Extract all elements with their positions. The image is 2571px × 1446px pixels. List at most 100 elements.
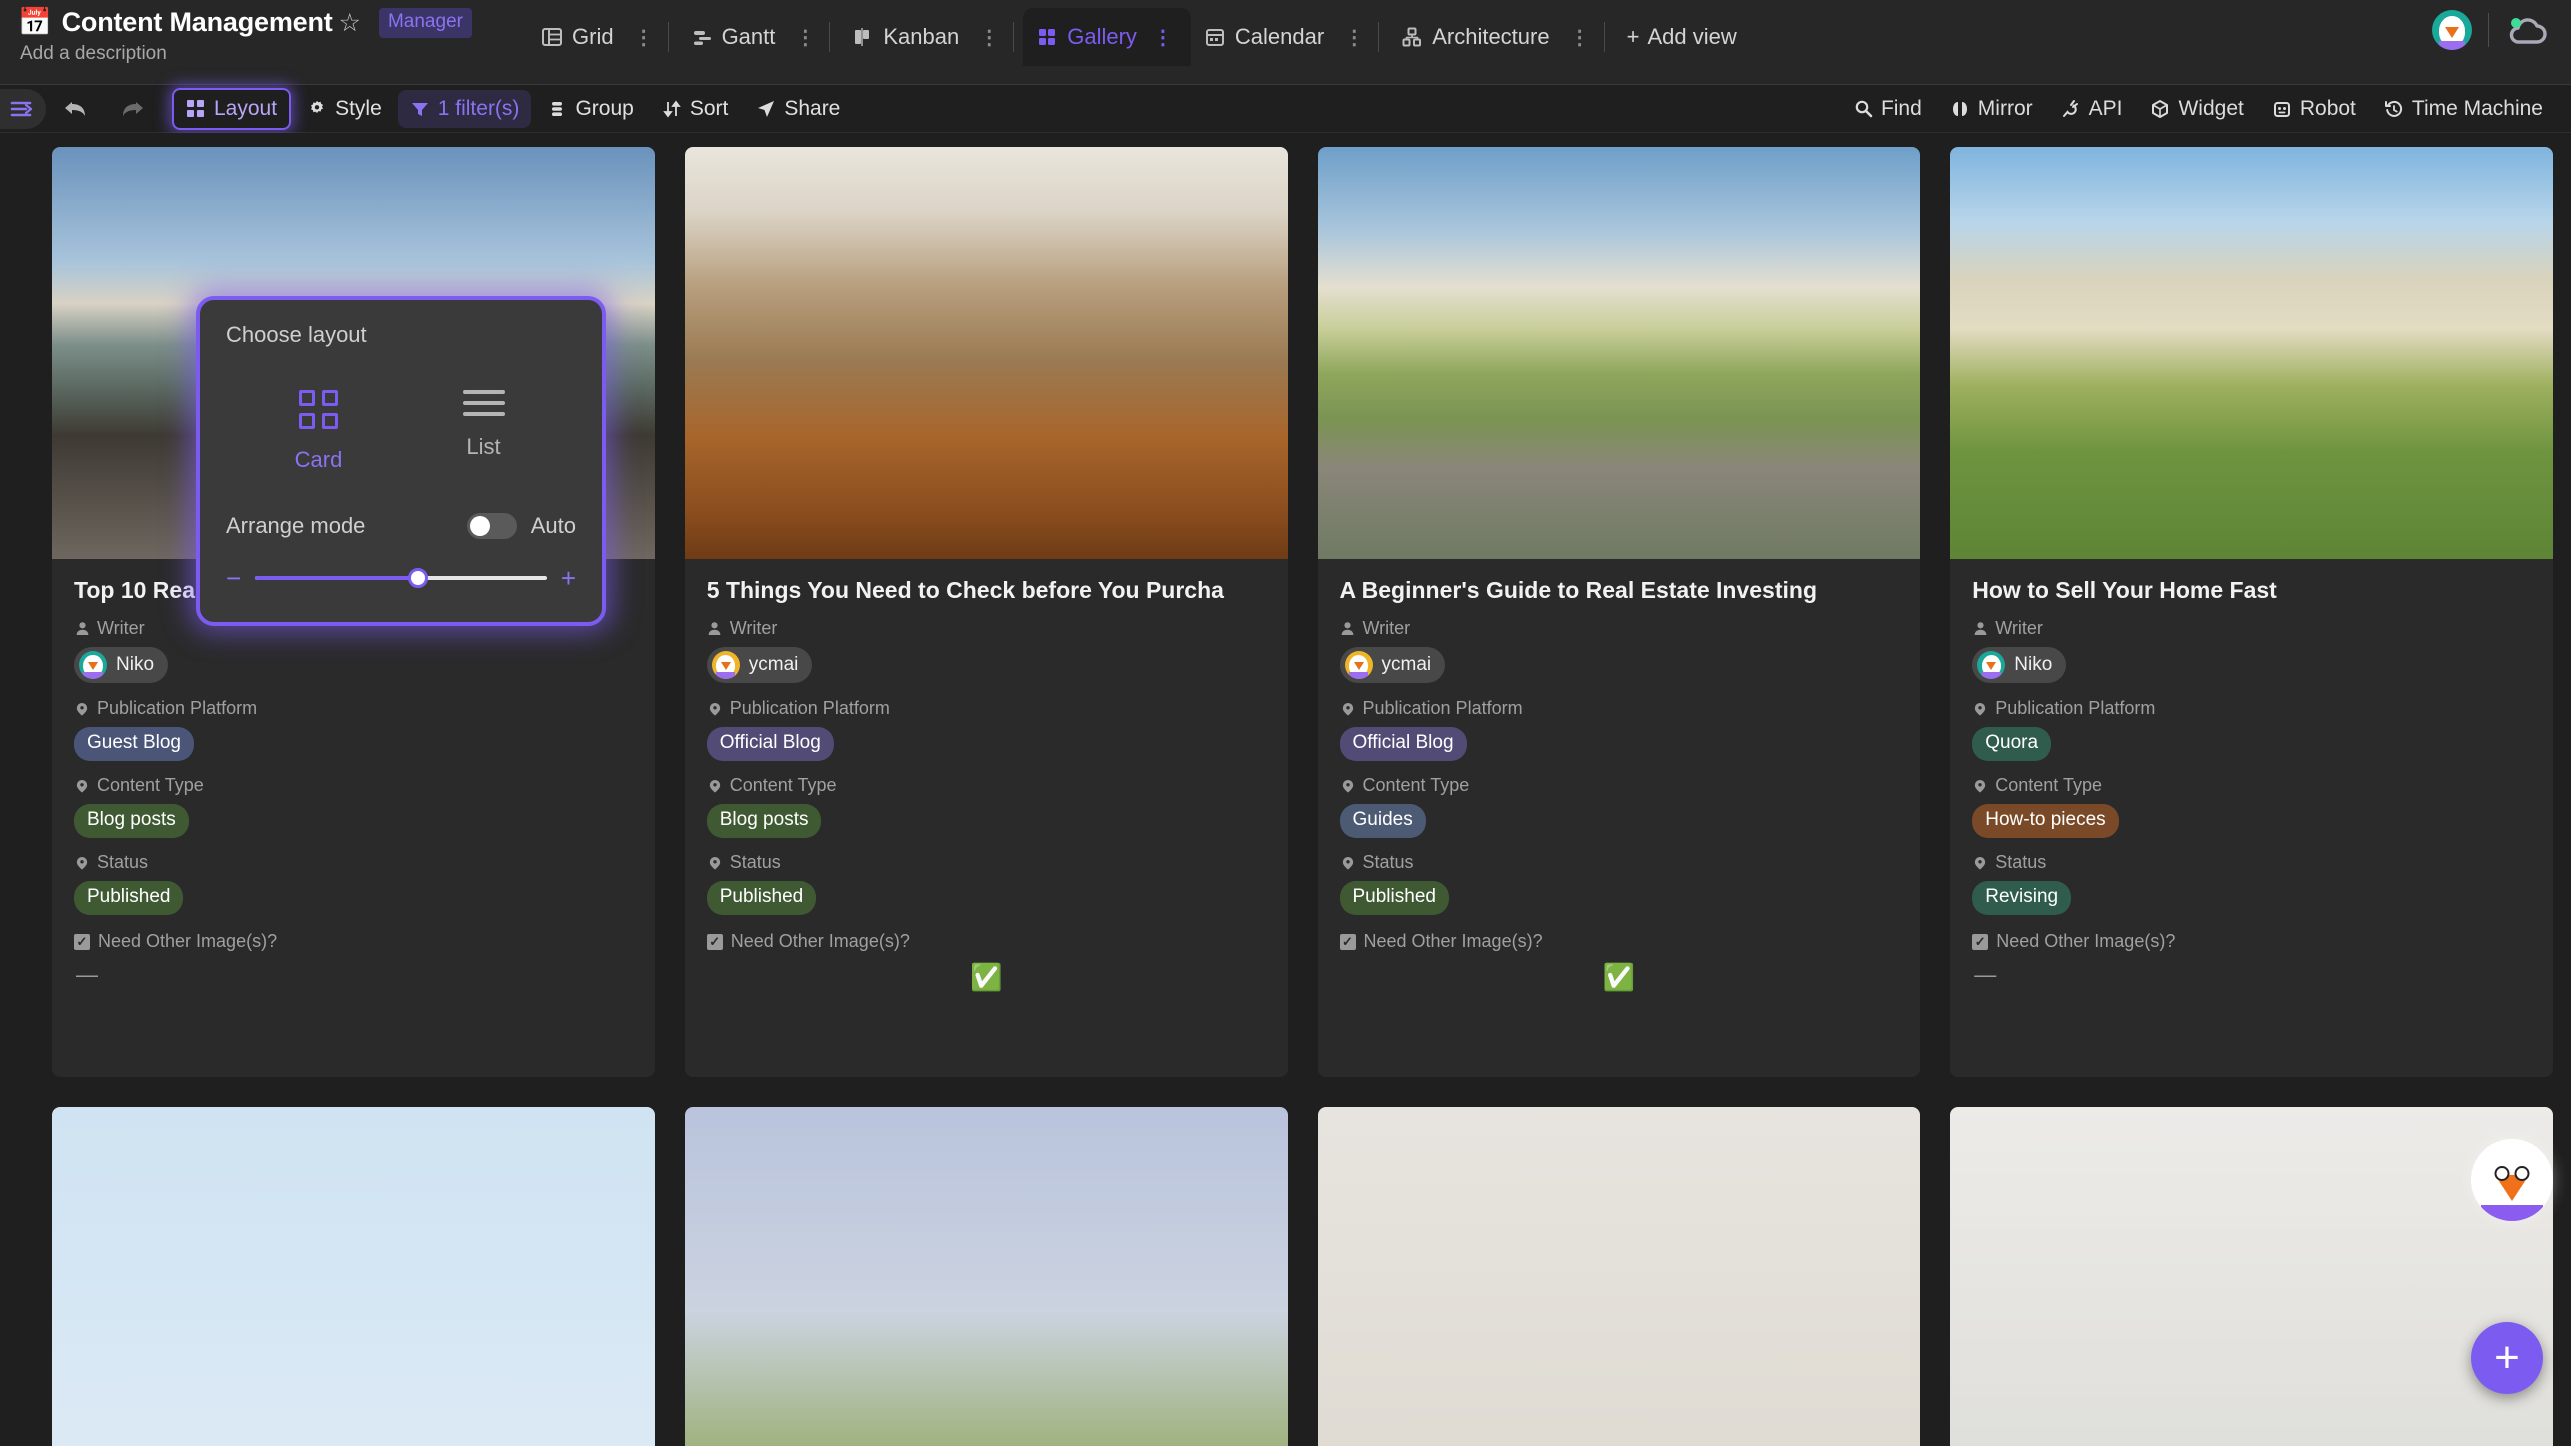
card-size-slider[interactable] xyxy=(255,568,547,588)
group-button[interactable]: Group xyxy=(535,90,645,128)
layout-button[interactable]: Layout xyxy=(172,87,292,130)
minus-icon[interactable]: − xyxy=(226,565,241,591)
content-type-chip[interactable]: How-to pieces xyxy=(1972,804,2119,838)
tab-menu-grid[interactable]: ⋮ xyxy=(627,25,659,49)
tab-menu-calendar[interactable]: ⋮ xyxy=(1337,25,1369,49)
tab-label: Gantt xyxy=(721,24,776,49)
robot-button[interactable]: Robot xyxy=(2260,90,2368,128)
avatar-beak-icon xyxy=(2445,26,2459,38)
avatar[interactable] xyxy=(2432,10,2472,50)
field-label-text: Status xyxy=(729,852,781,872)
tab-gallery[interactable]: Gallery ⋮ xyxy=(1023,8,1191,66)
field-label: Publication Platform xyxy=(1340,698,1899,719)
redo-arrow-icon[interactable] xyxy=(106,97,158,121)
writer-chip[interactable]: ycmai xyxy=(706,647,813,683)
field-publication-platform: Publication Platform Official Blog xyxy=(706,698,1266,761)
content-type-chip[interactable]: Blog posts xyxy=(706,804,822,838)
content-type-chip[interactable]: Guides xyxy=(1339,804,1426,838)
style-button[interactable]: Style xyxy=(295,90,394,128)
tab-menu-kanban[interactable]: ⋮ xyxy=(972,25,1004,49)
beak-icon xyxy=(88,662,98,671)
writer-chip[interactable]: ycmai xyxy=(1339,647,1446,683)
filter-label: 1 filter(s) xyxy=(437,96,520,120)
share-button[interactable]: Share xyxy=(744,90,852,128)
publication-platform-chip[interactable]: Quora xyxy=(1972,727,2052,761)
api-button[interactable]: API xyxy=(2049,90,2135,128)
need-other-images-answer: ✅ xyxy=(969,962,1003,992)
filter-button[interactable]: 1 filter(s) xyxy=(397,89,532,128)
publication-platform-chip[interactable]: Official Blog xyxy=(706,727,834,761)
writer-chip[interactable]: Niko xyxy=(1972,647,2067,683)
gallery-card[interactable] xyxy=(1950,1107,2553,1446)
card-cover-image[interactable] xyxy=(1317,147,1921,559)
layout-option-list[interactable]: List xyxy=(401,390,566,473)
find-button[interactable]: Find xyxy=(1842,90,1934,128)
field-label: Publication Platform xyxy=(74,698,633,719)
field-label: Content Type xyxy=(707,775,1266,796)
add-record-button[interactable]: + xyxy=(2471,1322,2543,1394)
status-badge[interactable]: Published xyxy=(706,881,817,915)
card-cover-image[interactable] xyxy=(1950,1107,2553,1446)
mirror-button[interactable]: Mirror xyxy=(1938,90,2045,128)
app-header: 📅 Content Management ☆ Manager Add a des… xyxy=(0,0,2571,85)
card-title: A Beginner's Guide to Real Estate Invest… xyxy=(1339,577,1818,603)
card-cover-image[interactable] xyxy=(52,1107,655,1446)
status-badge[interactable]: Published xyxy=(1339,881,1449,915)
sort-button[interactable]: Sort xyxy=(650,90,741,128)
gallery-card[interactable]: 5 Things You Need to Check before You Pu… xyxy=(684,147,1288,1077)
select-tag-icon xyxy=(1340,855,1356,871)
card-body: 5 Things You Need to Check before You Pu… xyxy=(685,559,1288,1008)
time-machine-button[interactable]: Time Machine xyxy=(2372,90,2555,128)
widget-button[interactable]: Widget xyxy=(2138,90,2255,128)
sidebar-collapse-icon[interactable] xyxy=(0,88,46,129)
writer-chip[interactable]: Niko xyxy=(74,647,169,683)
gallery-card[interactable]: A Beginner's Guide to Real Estate Invest… xyxy=(1317,147,1921,1077)
field-label: Publication Platform xyxy=(1972,698,2531,719)
tab-grid[interactable]: Grid xyxy=(528,8,627,66)
publication-platform-chip[interactable]: Guest Blog xyxy=(74,727,194,761)
gallery-card[interactable] xyxy=(1317,1107,1921,1446)
slider-knob[interactable] xyxy=(408,568,429,588)
content-type-chip[interactable]: Blog posts xyxy=(74,804,189,838)
tab-kanban[interactable]: Kanban xyxy=(839,8,972,66)
undo-arrow-icon[interactable] xyxy=(50,97,102,121)
tab-architecture[interactable]: Architecture xyxy=(1388,8,1562,66)
card-cover-image[interactable] xyxy=(684,1107,1288,1446)
mascot-bird-icon[interactable] xyxy=(2471,1139,2553,1221)
field-content-type: Content Type Guides xyxy=(1339,775,1899,838)
avatar xyxy=(1344,651,1373,679)
gallery-card[interactable] xyxy=(684,1107,1288,1446)
tab-menu-gantt[interactable]: ⋮ xyxy=(788,25,820,49)
publication-platform-chip[interactable]: Official Blog xyxy=(1339,727,1467,761)
plus-icon[interactable]: + xyxy=(561,565,576,591)
card-cover-image[interactable] xyxy=(1950,147,2553,559)
select-tag-icon xyxy=(1972,855,1988,871)
tab-gantt[interactable]: Gantt xyxy=(678,8,789,66)
status-badge[interactable]: Revising xyxy=(1972,881,2072,915)
field-need-other-images: ✓ Need Other Image(s)? xyxy=(74,931,633,952)
star-icon[interactable]: ☆ xyxy=(339,8,361,38)
field-label: Content Type xyxy=(74,775,633,796)
cloud-sync-icon[interactable] xyxy=(2505,13,2551,47)
status-badge[interactable]: Published xyxy=(74,881,184,915)
arrange-mode-toggle[interactable] xyxy=(466,513,517,539)
need-other-images-answer: ✅ xyxy=(1602,962,1636,992)
avatar xyxy=(1977,651,2006,679)
layout-option-card[interactable]: Card xyxy=(236,390,401,473)
checkbox-icon: ✓ xyxy=(706,933,723,950)
gallery-card[interactable] xyxy=(52,1107,655,1446)
arrange-mode-value: Auto xyxy=(530,513,576,538)
tab-menu-gallery[interactable]: ⋮ xyxy=(1146,25,1178,49)
title-block: 📅 Content Management ☆ Manager Add a des… xyxy=(18,0,488,65)
tab-calendar[interactable]: Calendar xyxy=(1191,8,1337,66)
tab-menu-architecture[interactable]: ⋮ xyxy=(1563,25,1595,49)
description-field[interactable]: Add a description xyxy=(18,43,488,65)
gallery-card[interactable]: How to Sell Your Home Fast Writer Niko P… xyxy=(1950,147,2553,1077)
select-tag-icon xyxy=(74,778,90,794)
card-cover-image[interactable] xyxy=(684,147,1288,559)
add-view-button[interactable]: + Add view xyxy=(1614,15,1750,59)
field-label-text: Need Other Image(s)? xyxy=(730,931,910,951)
select-tag-icon xyxy=(1340,778,1356,794)
field-label-text: Status xyxy=(97,852,149,872)
card-cover-image[interactable] xyxy=(1317,1107,1921,1446)
